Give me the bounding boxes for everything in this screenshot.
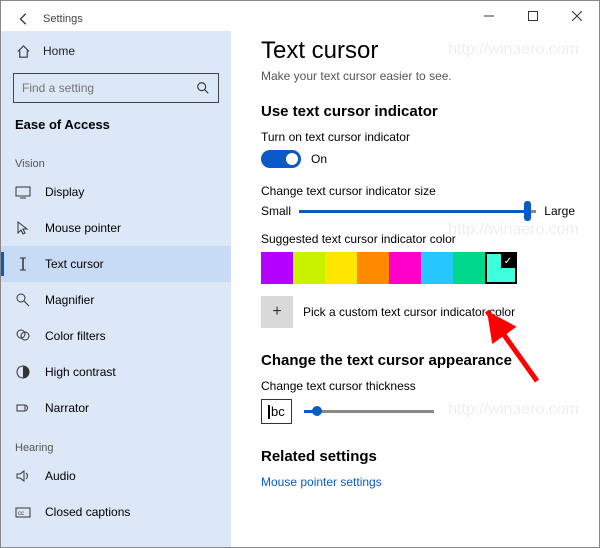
title-bar: Settings: [1, 1, 599, 31]
sidebar-heading: Ease of Access: [1, 113, 231, 142]
custom-color-row[interactable]: + Pick a custom text cursor indicator co…: [261, 296, 575, 328]
mouse-pointer-icon: [15, 220, 31, 236]
sidebar-item-text-cursor[interactable]: Text cursor: [1, 246, 231, 282]
color-swatch-1[interactable]: [293, 252, 325, 284]
svg-text:cc: cc: [18, 511, 24, 517]
color-swatch-4[interactable]: [389, 252, 421, 284]
sidebar-group-vision: Vision: [1, 142, 231, 174]
color-filters-icon: [15, 328, 31, 344]
sidebar-item-magnifier[interactable]: Magnifier: [1, 282, 231, 318]
size-slider[interactable]: Small Large: [261, 204, 575, 218]
toggle-label: Turn on text cursor indicator: [261, 130, 575, 144]
color-swatches: ✓: [261, 252, 575, 284]
back-button[interactable]: [13, 8, 35, 30]
color-swatch-6[interactable]: [453, 252, 485, 284]
sidebar-item-mouse-pointer[interactable]: Mouse pointer: [1, 210, 231, 246]
sidebar-home[interactable]: Home: [1, 35, 231, 67]
size-large-label: Large: [544, 204, 575, 218]
size-slider-thumb[interactable]: [524, 201, 531, 221]
toggle-state: On: [311, 152, 327, 166]
sidebar: Home Ease of Access Vision Display Mouse…: [1, 31, 231, 547]
color-swatch-3[interactable]: [357, 252, 389, 284]
search-box[interactable]: [13, 73, 219, 103]
thickness-label: Change text cursor thickness: [261, 379, 575, 393]
color-swatch-0[interactable]: [261, 252, 293, 284]
thickness-slider[interactable]: [304, 410, 434, 413]
color-swatch-5[interactable]: [421, 252, 453, 284]
page-title: Text cursor: [261, 37, 575, 65]
maximize-button[interactable]: [511, 1, 555, 31]
sidebar-item-display[interactable]: Display: [1, 174, 231, 210]
color-label: Suggested text cursor indicator color: [261, 232, 575, 246]
size-label: Change text cursor indicator size: [261, 184, 575, 198]
thickness-slider-thumb[interactable]: [312, 406, 322, 416]
color-swatch-7[interactable]: ✓: [485, 252, 517, 284]
plus-icon: +: [261, 296, 293, 328]
section-appearance: Change the text cursor appearance: [261, 352, 575, 369]
sidebar-item-closed-captions[interactable]: cc Closed captions: [1, 494, 231, 530]
sidebar-item-color-filters[interactable]: Color filters: [1, 318, 231, 354]
magnifier-icon: [15, 292, 31, 308]
high-contrast-icon: [15, 364, 31, 380]
closed-captions-icon: cc: [15, 504, 31, 520]
window-title: Settings: [43, 13, 83, 25]
sidebar-home-label: Home: [43, 44, 75, 58]
main-pane: Text cursor Make your text cursor easier…: [231, 31, 599, 547]
section-use-indicator: Use text cursor indicator: [261, 103, 575, 120]
settings-window: http://winaero.com http://winaero.com ht…: [0, 0, 600, 548]
sidebar-item-narrator[interactable]: Narrator: [1, 390, 231, 426]
section-related: Related settings: [261, 448, 575, 465]
sidebar-item-audio[interactable]: Audio: [1, 458, 231, 494]
close-button[interactable]: [555, 1, 599, 31]
search-icon: [196, 81, 210, 95]
thickness-preview: bc: [261, 399, 292, 424]
text-cursor-icon: [15, 256, 31, 272]
sidebar-group-hearing: Hearing: [1, 426, 231, 458]
home-icon: [15, 43, 31, 59]
search-input[interactable]: [22, 81, 196, 95]
narrator-icon: [15, 400, 31, 416]
color-swatch-2[interactable]: [325, 252, 357, 284]
audio-icon: [15, 468, 31, 484]
page-subtitle: Make your text cursor easier to see.: [261, 69, 575, 83]
mouse-pointer-settings-link[interactable]: Mouse pointer settings: [261, 475, 575, 489]
size-small-label: Small: [261, 204, 291, 218]
display-icon: [15, 184, 31, 200]
minimize-button[interactable]: [467, 1, 511, 31]
sidebar-item-high-contrast[interactable]: High contrast: [1, 354, 231, 390]
custom-color-label: Pick a custom text cursor indicator colo…: [303, 305, 515, 319]
check-icon: ✓: [501, 254, 515, 268]
indicator-toggle[interactable]: [261, 150, 301, 168]
